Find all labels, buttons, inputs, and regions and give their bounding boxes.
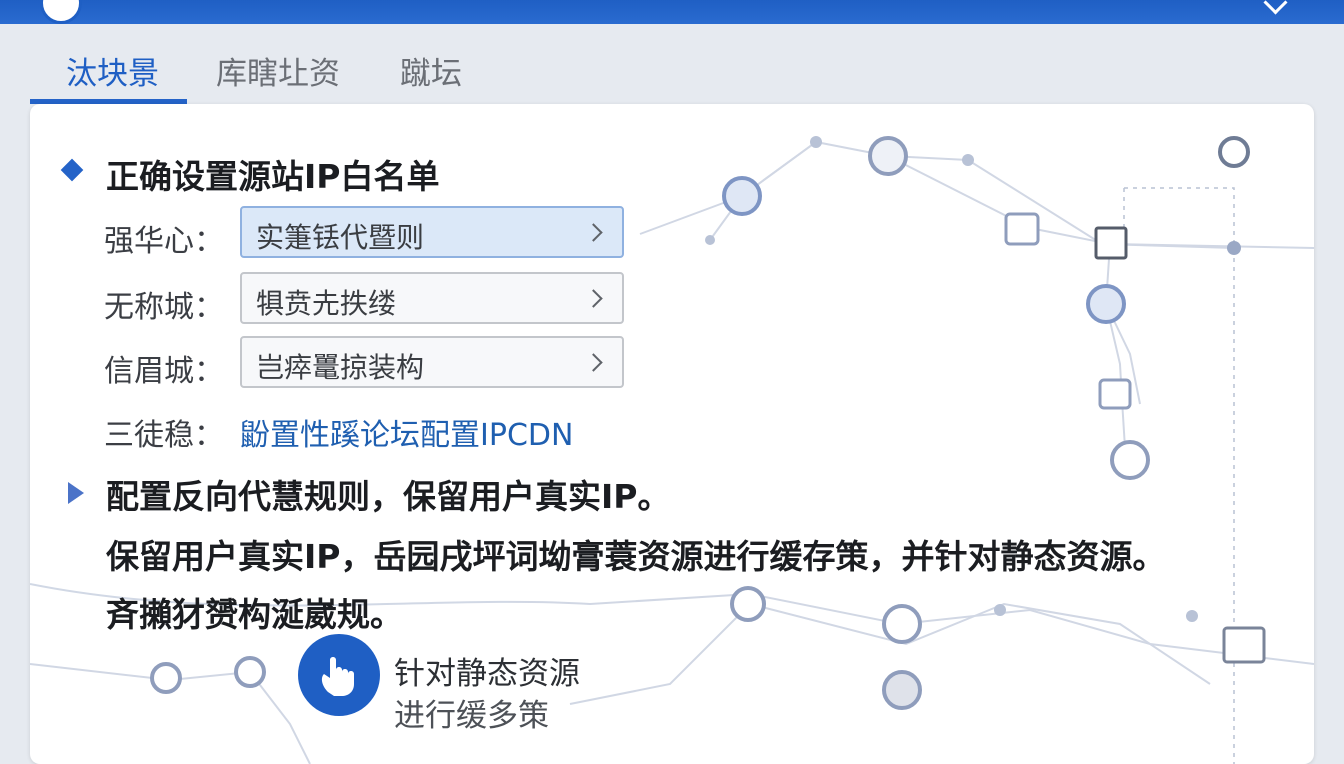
row-1-value: 实箑铥代暨则 (256, 221, 425, 254)
row-3-label: 信眉城： (104, 354, 224, 389)
section-2-title: 配置反向代慧规则，保留用户真实IP。 (106, 477, 671, 516)
section-2-bullet-icon (68, 482, 84, 504)
section-1-title: 正确设置源站IP白名单 (106, 157, 440, 196)
row-4-label: 三徒稳： (104, 418, 224, 453)
row-2-value: 犋贲圥抶缕 (256, 287, 397, 320)
tab-1[interactable]: 汰块景 (30, 48, 187, 104)
app-logo[interactable] (40, 0, 82, 24)
tab-2[interactable]: 库瞎圵资 (216, 48, 340, 104)
feature-title: 针对静态资源 (394, 656, 580, 692)
row-3-value: 岂瘁鼍掠装构 (256, 351, 425, 384)
row-2-select[interactable]: 犋贲圥抶缕 (240, 272, 624, 324)
row-1-label: 强华心： (104, 224, 224, 259)
section-2-line-2: 斉攋犲赟构涎崴规。 (106, 595, 403, 634)
feature-subtitle: 进行缓多策 (394, 698, 549, 734)
section-2-line-1: 保留用户真实IP，岳园戌坪词坳膏蓑资源进行缓存策，并针对静态资源。 (106, 537, 1166, 576)
chevron-right-icon (584, 289, 603, 308)
hand-pointer-icon[interactable] (298, 634, 380, 716)
chevron-right-icon (584, 353, 603, 372)
header-menu-icon[interactable] (1263, 0, 1288, 15)
row-3-select[interactable]: 岂瘁鼍掠装构 (240, 336, 624, 388)
chevron-right-icon (584, 223, 603, 242)
config-cdn-link[interactable]: 鼢置性蹊论坛配置IPCDN (240, 410, 573, 454)
tab-bar: 汰块景 库瞎圵资 蹴坛 (30, 34, 1310, 104)
row-2-label: 无称城： (104, 290, 224, 325)
row-1-select[interactable]: 实箑铥代暨则 (240, 206, 624, 258)
top-header-bar (0, 0, 1344, 24)
tab-3[interactable]: 蹴坛 (400, 48, 462, 104)
content-card: 正确设置源站IP白名单 强华心： 实箑铥代暨则 无称城： 犋贲圥抶缕 信眉城： … (30, 104, 1314, 764)
